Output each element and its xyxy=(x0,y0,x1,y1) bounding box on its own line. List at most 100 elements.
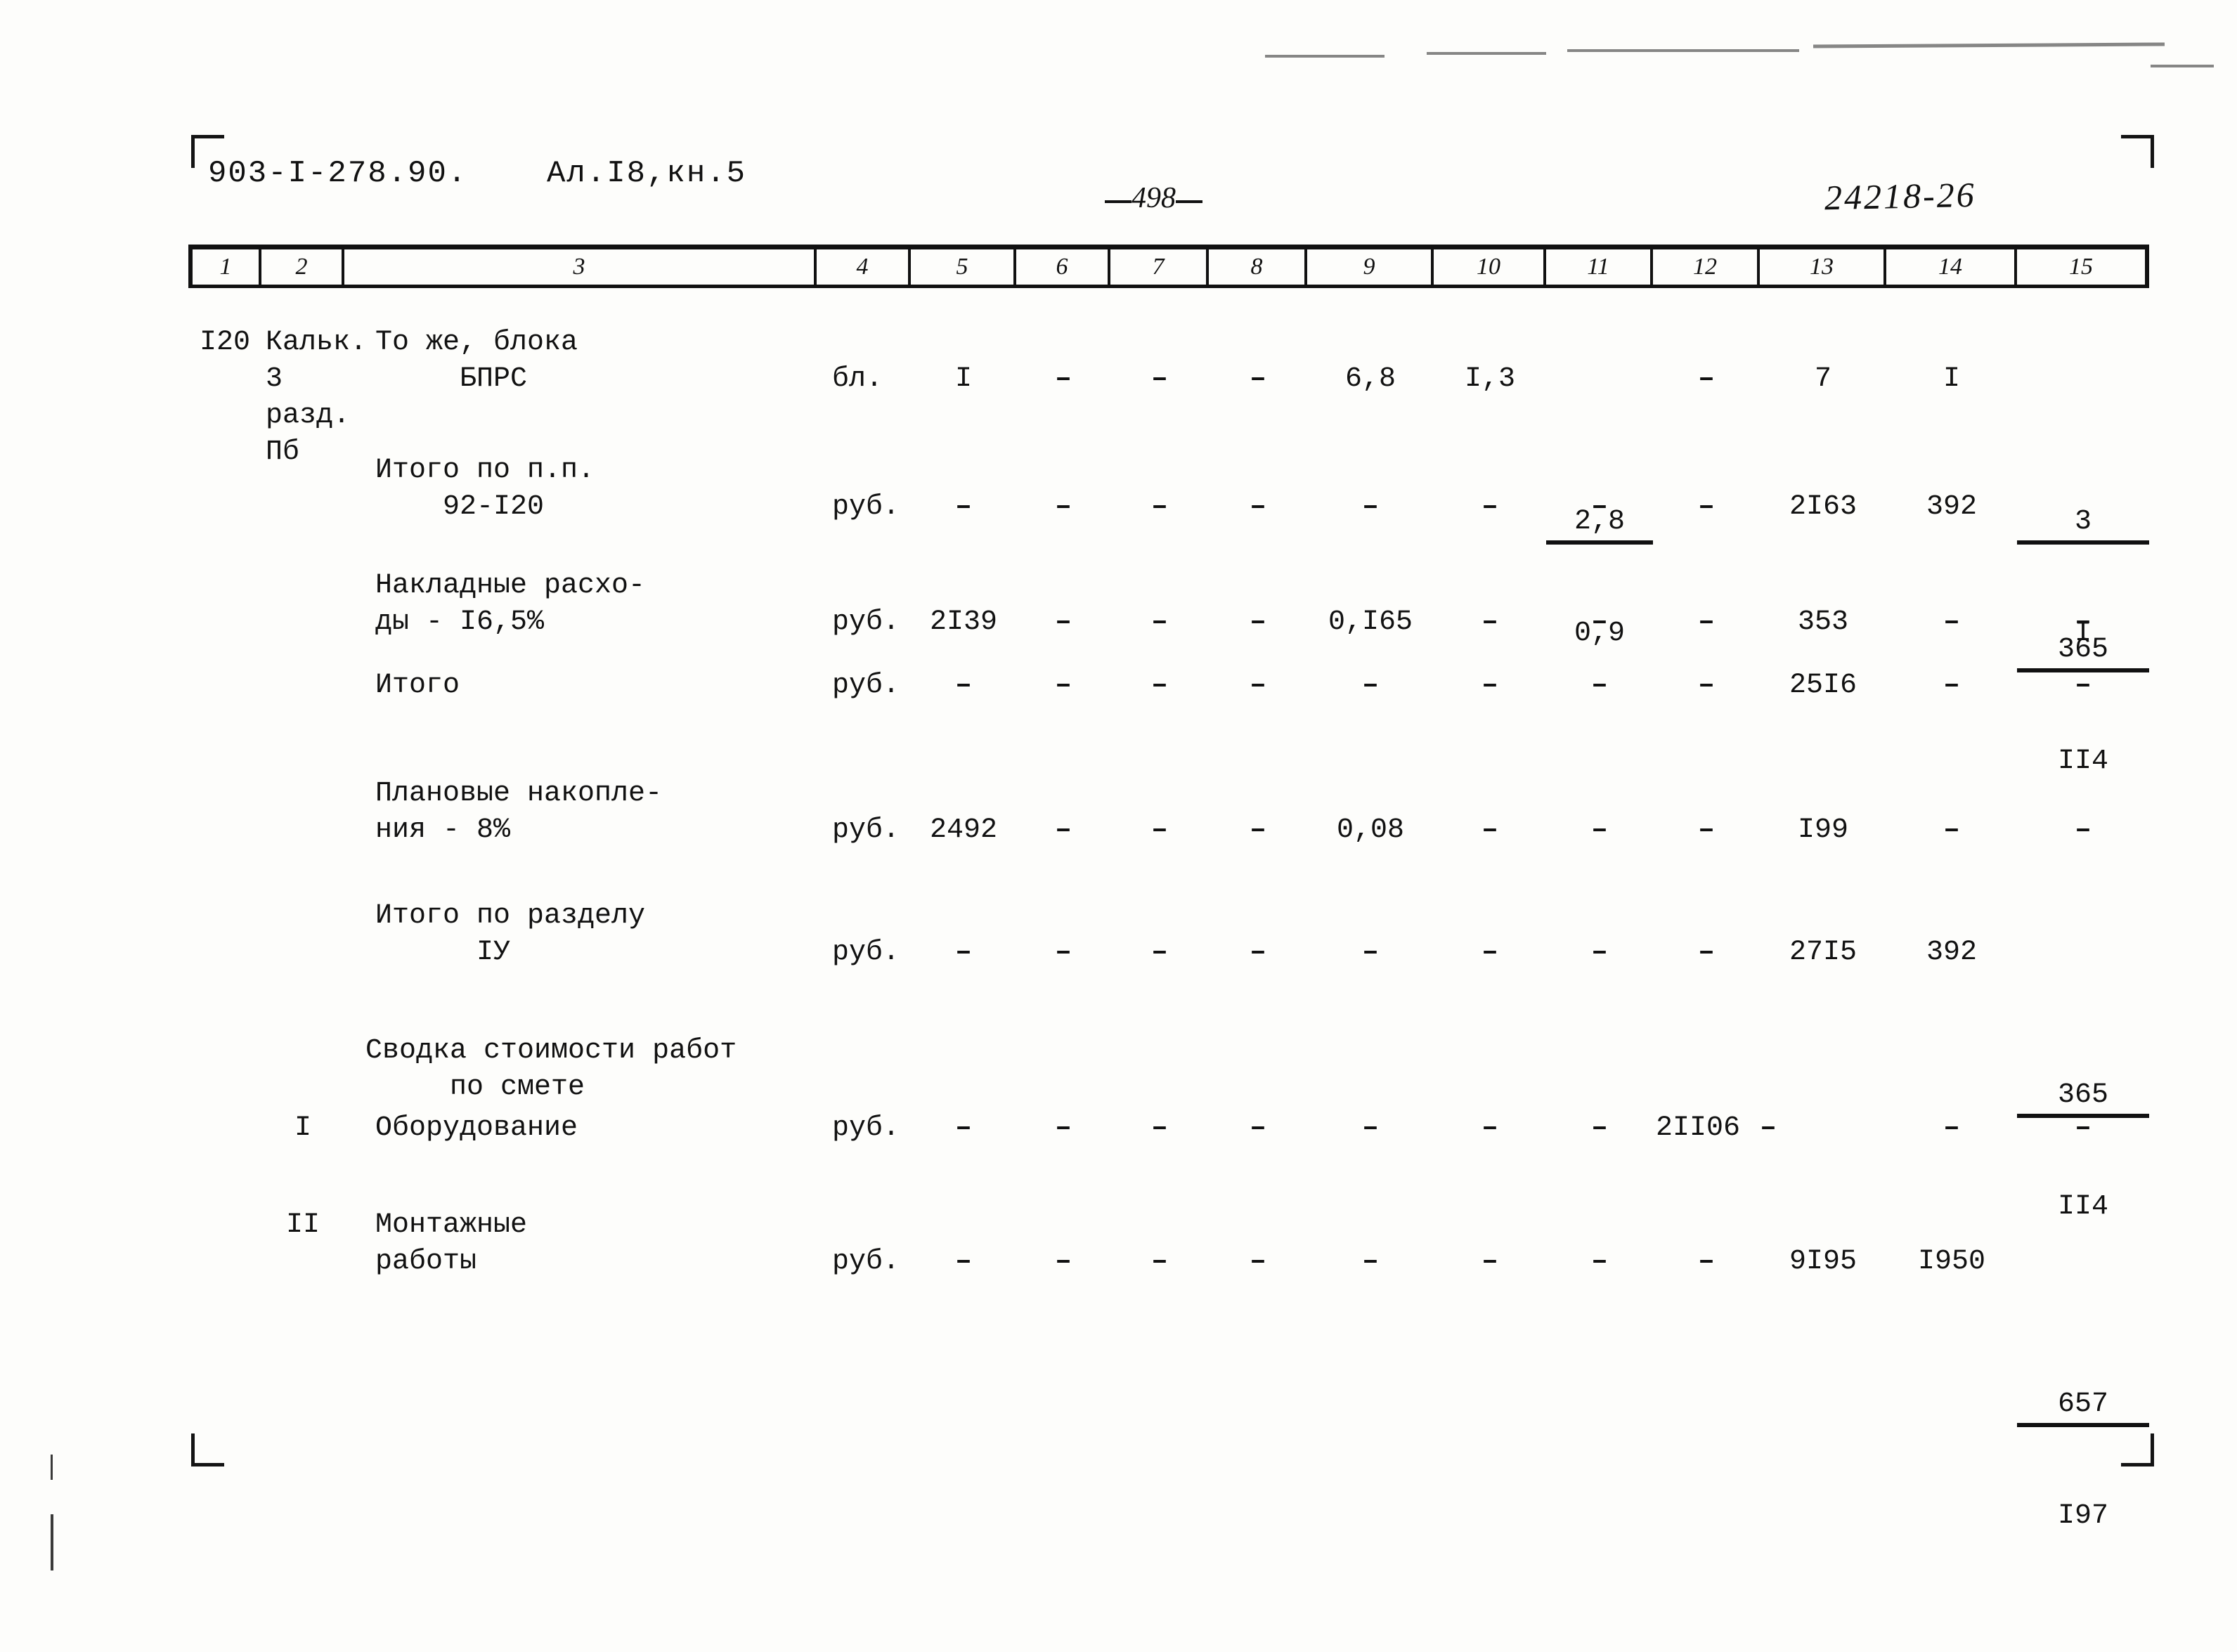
fraction-value: 657 I97 xyxy=(2017,1317,2149,1604)
cell-col-4: руб. xyxy=(832,491,900,523)
column-header-5: 5 xyxy=(911,249,1016,285)
table-row: Итого руб. – – – – – – – – 25I6 – – xyxy=(188,658,2149,762)
cell-col-8: – xyxy=(1249,1112,1266,1144)
cell-col-15: – xyxy=(2074,814,2092,846)
cell-col-13: 7 xyxy=(1814,363,1831,395)
scanned-document-page: 903-I-278.90. Ал.I8,кн.5 498 24218-26 1 … xyxy=(0,0,2237,1652)
cell-col-9: – xyxy=(1361,937,1379,968)
cell-col-1: I20 xyxy=(199,327,250,358)
cell-col-8: – xyxy=(1249,1246,1266,1277)
cell-col-7: – xyxy=(1150,1112,1168,1144)
summary-heading: Сводка стоимости работ по смете xyxy=(365,1035,737,1103)
cell-col-6: – xyxy=(1054,814,1072,846)
cell-col-5: 2I39 xyxy=(929,606,997,638)
cell-col-3: То же, блока БПРС xyxy=(375,327,578,395)
cell-col-6: – xyxy=(1054,1112,1072,1144)
cell-col-6: – xyxy=(1054,491,1072,523)
column-header-10: 10 xyxy=(1434,249,1546,285)
table-row: I Оборудование руб. – – – – – – – 2II06 … xyxy=(188,1110,2149,1197)
cell-col-2: I xyxy=(294,1112,311,1144)
scan-streak xyxy=(2151,65,2214,67)
cell-col-13: 25I6 xyxy=(1789,670,1857,701)
cell-col-3: Итого xyxy=(375,670,460,701)
cell-col-11: – xyxy=(1590,814,1608,846)
column-header-7: 7 xyxy=(1110,249,1209,285)
cell-col-12: – xyxy=(1697,670,1715,701)
table-column-header-row: 1 2 3 4 5 6 7 8 9 10 11 12 13 14 15 xyxy=(188,245,2149,288)
column-header-8: 8 xyxy=(1209,249,1307,285)
cell-col-9: – xyxy=(1361,1112,1379,1144)
cell-col-7: – xyxy=(1150,1246,1168,1277)
cell-col-13: – xyxy=(1760,1112,1777,1144)
cell-col-2: II xyxy=(285,1209,320,1241)
cell-col-5: – xyxy=(954,937,972,968)
cell-col-7: – xyxy=(1150,937,1168,968)
cell-col-10: – xyxy=(1481,1246,1498,1277)
column-header-13: 13 xyxy=(1760,249,1886,285)
cell-col-5: – xyxy=(954,670,972,701)
cell-col-7: – xyxy=(1150,606,1168,638)
table-row: Итого по п.п. 92-I20 руб. – – – – – – – … xyxy=(188,441,2149,777)
fraction-numerator: 657 xyxy=(2017,1387,2149,1427)
cell-col-6: – xyxy=(1054,937,1072,968)
column-header-15: 15 xyxy=(2017,249,2149,285)
cell-col-9: – xyxy=(1361,1246,1379,1277)
cell-col-9: 0,08 xyxy=(1336,814,1404,846)
cell-col-14: – xyxy=(1943,606,1960,638)
cell-col-14: 392 xyxy=(1926,937,1977,968)
cell-col-6: – xyxy=(1054,670,1072,701)
cell-col-9: – xyxy=(1361,491,1379,523)
scan-streak xyxy=(1813,42,2165,48)
cell-col-14: I950 xyxy=(1917,1246,1985,1277)
cell-col-13: 9I95 xyxy=(1789,1246,1857,1277)
column-header-12: 12 xyxy=(1653,249,1760,285)
cell-col-5: 2492 xyxy=(929,814,997,846)
cell-col-13: 2I63 xyxy=(1789,491,1857,523)
cell-col-11: – xyxy=(1590,670,1608,701)
document-code: 903-I-278.90. xyxy=(208,156,468,191)
column-header-4: 4 xyxy=(817,249,911,285)
cell-col-12: – xyxy=(1697,606,1715,638)
cell-col-11: – xyxy=(1590,491,1608,523)
cell-col-12: – xyxy=(1697,491,1715,523)
cell-col-14: – xyxy=(1943,670,1960,701)
fraction-denominator: I97 xyxy=(2057,1500,2108,1532)
cell-col-14: – xyxy=(1943,814,1960,846)
cell-col-7: – xyxy=(1150,491,1168,523)
cell-col-4: бл. xyxy=(832,363,883,395)
table-row: I20 Кальк. 3 разд. Пб То же, блока БПРС … xyxy=(188,295,2149,649)
cell-col-13: 27I5 xyxy=(1789,937,1857,968)
cell-col-15: – xyxy=(2074,606,2092,638)
cell-col-4: руб. xyxy=(832,1112,900,1144)
cell-col-12: – xyxy=(1697,814,1715,846)
cell-col-8: – xyxy=(1249,670,1266,701)
page-number-rule-left xyxy=(1105,200,1132,203)
cell-col-6: – xyxy=(1054,1246,1072,1277)
cell-col-11: – xyxy=(1590,606,1608,638)
cell-col-10: – xyxy=(1481,1112,1498,1144)
page-number-value: 498 xyxy=(1132,182,1176,214)
cell-col-10: I,3 xyxy=(1464,363,1515,395)
cell-col-3: Накладные расхо- ды - I6,5% xyxy=(375,570,646,638)
cell-col-5: – xyxy=(954,1112,972,1144)
cell-col-5: – xyxy=(954,1246,972,1277)
cell-col-9: 0,I65 xyxy=(1328,606,1413,638)
cell-col-12: – xyxy=(1697,937,1715,968)
cell-col-10: – xyxy=(1481,670,1498,701)
cell-col-12: – xyxy=(1697,363,1715,395)
column-header-2: 2 xyxy=(261,249,344,285)
cell-col-14: 392 xyxy=(1926,491,1977,523)
column-header-9: 9 xyxy=(1307,249,1434,285)
table-body: I20 Кальк. 3 разд. Пб То же, блока БПРС … xyxy=(188,295,2149,1532)
column-header-6: 6 xyxy=(1016,249,1110,285)
cell-col-6: – xyxy=(1054,363,1072,395)
cell-col-3: Монтажные работы xyxy=(375,1209,528,1277)
cell-col-12: – xyxy=(1697,1246,1715,1277)
registration-mark-bottom-left xyxy=(191,1433,224,1466)
column-header-11: 11 xyxy=(1546,249,1653,285)
cell-col-8: – xyxy=(1249,491,1266,523)
cell-col-15: – xyxy=(2074,670,2092,701)
cell-col-4: руб. xyxy=(832,937,900,968)
cell-col-6: – xyxy=(1054,606,1072,638)
cell-col-3: Плановые накопле- ния - 8% xyxy=(375,778,663,846)
